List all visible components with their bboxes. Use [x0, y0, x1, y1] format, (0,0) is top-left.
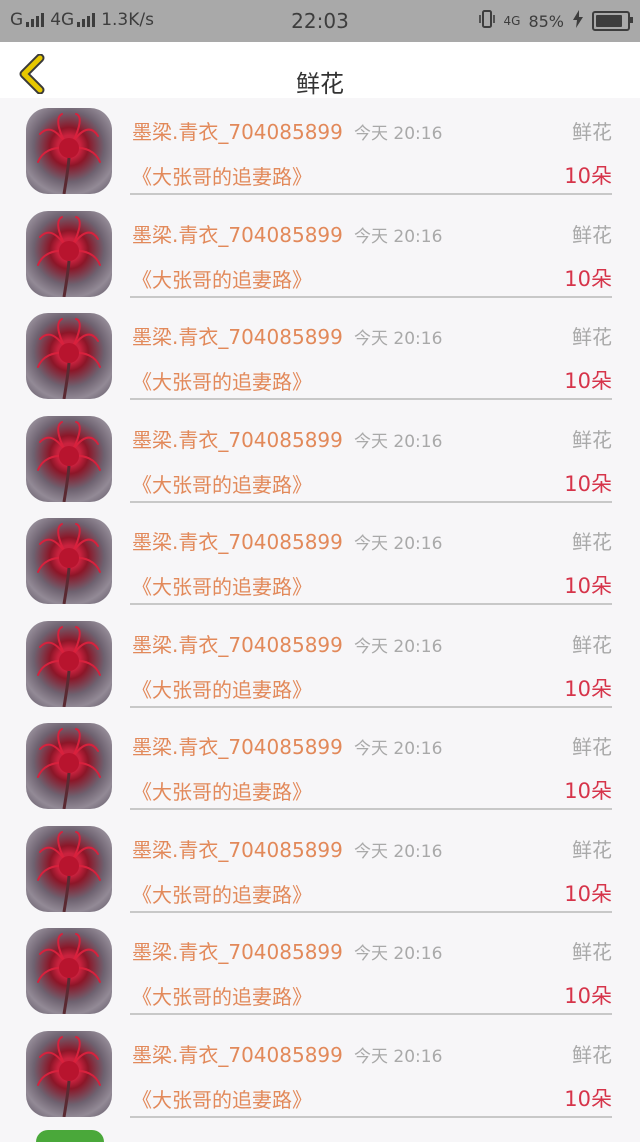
book-title-link[interactable]: 《大张哥的追妻路》: [132, 674, 312, 703]
gift-type: 鲜花: [572, 427, 612, 452]
book-title-link[interactable]: 《大张哥的追妻路》: [132, 469, 312, 498]
divider: [130, 1115, 612, 1118]
avatar[interactable]: [26, 210, 112, 297]
book-title-link[interactable]: 《大张哥的追妻路》: [132, 776, 312, 805]
gift-count: 10朵: [564, 471, 612, 496]
gift-count: 10朵: [564, 266, 612, 291]
list-item[interactable]: 墨梁.青衣_704085899 今天 20:16 鲜花《大张哥的追妻路》 10朵: [0, 1027, 640, 1130]
book-title-link[interactable]: 《大张哥的追妻路》: [132, 161, 312, 190]
divider: [130, 705, 612, 708]
sender-name: 墨梁.青衣_704085899: [132, 632, 343, 657]
battery-icon: [592, 11, 633, 31]
gift-count: 10朵: [564, 574, 612, 598]
book-title-link[interactable]: 《大张哥的追妻路》: [132, 366, 312, 395]
gift-type: 鲜花: [572, 1042, 612, 1067]
avatar[interactable]: [26, 928, 112, 1014]
divider: [130, 500, 612, 503]
gift-type: 鲜花: [572, 837, 612, 862]
avatar[interactable]: [26, 620, 112, 707]
sender-name: 墨梁.青衣_704085899: [132, 325, 343, 349]
divider: [130, 193, 612, 195]
divider: [130, 603, 612, 605]
gift-count: 10朵: [564, 984, 612, 1008]
gift-type: 鲜花: [572, 632, 612, 657]
list-item[interactable]: 墨梁.青衣_704085899 今天 20:16 鲜花《大张哥的追妻路》 10朵: [0, 719, 640, 822]
list-item[interactable]: 墨梁.青衣_704085899 今天 20:16 鲜花《大张哥的追妻路》 10朵: [0, 207, 640, 310]
avatar[interactable]: [26, 108, 112, 194]
divider: [130, 808, 612, 810]
gift-count: 10朵: [564, 1086, 612, 1111]
send-time: 今天 20:16: [354, 534, 443, 554]
list-item[interactable]: 墨梁.青衣_704085899 今天 20:16 鲜花《大张哥的追妻路》 10朵: [0, 514, 640, 617]
avatar[interactable]: [26, 723, 112, 809]
sender-name: 墨梁.青衣_704085899: [132, 427, 343, 452]
send-time: 今天 20:16: [354, 226, 443, 247]
avatar[interactable]: [26, 1030, 112, 1117]
sender-name: 墨梁.青衣_704085899: [132, 1042, 343, 1067]
gift-count: 10朵: [564, 779, 612, 803]
avatar[interactable]: [26, 825, 112, 912]
flower-record-list: 墨梁.青衣_704085899 今天 20:16 鲜花 《大张哥的追妻路》 10朵 墨梁.…: [0, 104, 640, 1129]
book-title-link[interactable]: 《大张哥的追妻路》: [132, 879, 312, 908]
gift-type: 鲜花: [572, 120, 612, 144]
sender-name: 墨梁.青衣_704085899: [132, 837, 343, 862]
battery-percent: 85%: [528, 11, 564, 31]
sender-name: 墨梁.青衣_704085899: [132, 940, 343, 964]
list-item[interactable]: 墨梁.青衣_704085899 今天 20:16 鲜花《大张哥的追妻路》 10朵: [0, 309, 640, 412]
send-time: 今天 20:16: [354, 841, 443, 862]
sender-name: 墨梁.青衣_704085899: [132, 120, 343, 144]
divider: [130, 398, 612, 400]
book-title-link[interactable]: 《大张哥的追妻路》: [132, 981, 312, 1010]
gift-type: 鲜花: [572, 530, 612, 554]
send-time: 今天 20:16: [354, 1046, 443, 1067]
vibrate-icon: [478, 9, 496, 33]
status-bar: G 4G 1.3K/s 22:03 4G 85%: [0, 0, 640, 42]
avatar-partial: [36, 1130, 104, 1142]
list-item[interactable]: 墨梁.青衣_704085899 今天 20:16 鲜花《大张哥的追妻路》 10朵: [0, 617, 640, 720]
book-title-link[interactable]: 《大张哥的追妻路》: [132, 264, 312, 293]
list-item[interactable]: 墨梁.青衣_704085899 今天 20:16 鲜花《大张哥的追妻路》 10朵: [0, 822, 640, 925]
divider: [130, 910, 612, 913]
gift-count: 10朵: [564, 881, 612, 906]
data-type-label: 4G: [503, 14, 521, 28]
gift-type: 鲜花: [572, 222, 612, 247]
gift-type: 鲜花: [572, 940, 612, 964]
sender-name: 墨梁.青衣_704085899: [132, 222, 343, 247]
divider: [130, 1013, 612, 1015]
gift-count: 10朵: [564, 676, 612, 701]
battery-fill: [596, 15, 622, 27]
send-time: 今天 20:16: [354, 124, 443, 144]
avatar[interactable]: [26, 313, 112, 399]
send-time: 今天 20:16: [354, 944, 443, 964]
gift-type: 鲜花: [572, 735, 612, 759]
charging-bolt-icon: [572, 10, 584, 32]
avatar[interactable]: [26, 518, 112, 604]
gift-type: 鲜花: [572, 325, 612, 349]
send-time: 今天 20:16: [354, 329, 443, 349]
send-time: 今天 20:16: [354, 739, 443, 759]
gift-count: 10朵: [564, 369, 612, 393]
list-item[interactable]: 墨梁.青衣_704085899 今天 20:16 鲜花《大张哥的追妻路》 10朵: [0, 924, 640, 1027]
book-title-link[interactable]: 《大张哥的追妻路》: [132, 1084, 312, 1113]
send-time: 今天 20:16: [354, 431, 443, 452]
gift-count: 10朵: [564, 164, 612, 188]
book-title-link[interactable]: 《大张哥的追妻路》: [132, 571, 312, 600]
sender-name: 墨梁.青衣_704085899: [132, 735, 343, 759]
sender-name: 墨梁.青衣_704085899: [132, 530, 343, 554]
page-title: 鲜花: [296, 70, 344, 98]
status-right: 4G 85%: [478, 9, 633, 33]
list-item[interactable]: 墨梁.青衣_704085899 今天 20:16 鲜花《大张哥的追妻路》 10朵: [0, 104, 640, 207]
send-time: 今天 20:16: [354, 636, 443, 657]
avatar[interactable]: [26, 415, 112, 502]
list-item[interactable]: 墨梁.青衣_704085899 今天 20:16 鲜花《大张哥的追妻路》 10朵: [0, 412, 640, 515]
header-bar: 鲜花: [0, 42, 640, 98]
divider: [130, 295, 612, 298]
